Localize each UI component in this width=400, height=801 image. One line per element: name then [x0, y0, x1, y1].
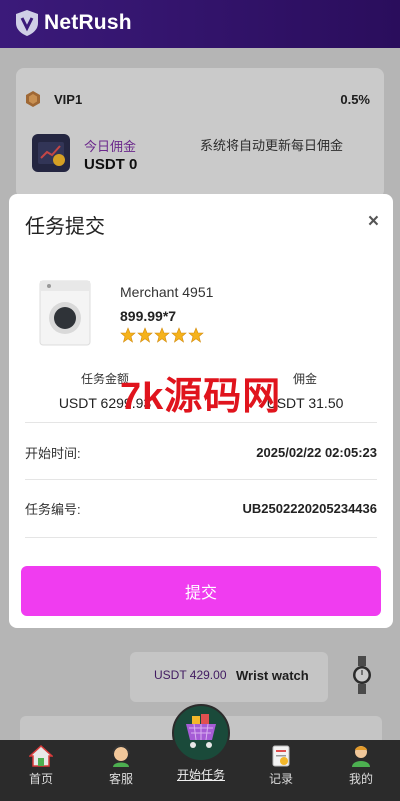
divider	[25, 422, 377, 423]
nav-service[interactable]: 客服	[88, 740, 154, 801]
washing-machine-image	[39, 280, 91, 346]
close-icon[interactable]: ×	[368, 211, 379, 233]
nav-mine-label: 我的	[348, 772, 373, 786]
brand-name: NetRush	[44, 11, 132, 34]
star-icon	[120, 327, 136, 343]
home-icon	[29, 744, 53, 767]
task-number-value: UB2502220205234436	[242, 500, 377, 516]
app-header: NetRush	[0, 0, 400, 48]
star-icon	[171, 327, 187, 343]
shopping-cart-icon	[186, 714, 216, 748]
watermark: 7k源码网	[120, 376, 282, 418]
divider	[25, 537, 377, 538]
shield-logo-icon	[16, 10, 38, 36]
nav-service-label: 客服	[108, 772, 133, 786]
modal-title: 任务提交	[25, 216, 105, 238]
nav-start-task-label[interactable]: 开始任务	[166, 766, 236, 783]
task-number-row: 任务编号: UB2502220205234436	[25, 498, 377, 518]
rating-stars	[120, 327, 204, 343]
nav-home[interactable]: 首页	[8, 740, 74, 801]
divider	[25, 479, 377, 480]
user-profile-icon	[352, 746, 370, 767]
start-time-row: 开始时间: 2025/02/22 02:05:23	[25, 442, 377, 462]
customer-service-icon	[112, 745, 130, 767]
star-icon	[154, 327, 170, 343]
brand-logo[interactable]: NetRush	[14, 9, 132, 37]
price-quantity: 899.99*7	[120, 308, 177, 324]
start-time-label: 开始时间:	[25, 445, 81, 461]
merchant-name: Merchant 4951	[120, 284, 214, 300]
records-icon	[272, 745, 290, 767]
start-task-button[interactable]	[172, 704, 230, 762]
star-icon	[137, 327, 153, 343]
nav-mine[interactable]: 我的	[328, 740, 394, 801]
nav-records[interactable]: 记录	[248, 740, 314, 801]
nav-home-label: 首页	[28, 772, 53, 786]
star-icon	[188, 327, 204, 343]
task-number-label: 任务编号:	[25, 501, 81, 517]
nav-records-label: 记录	[268, 772, 293, 786]
start-time-value: 2025/02/22 02:05:23	[256, 444, 377, 460]
submit-button[interactable]: 提交	[21, 566, 381, 616]
